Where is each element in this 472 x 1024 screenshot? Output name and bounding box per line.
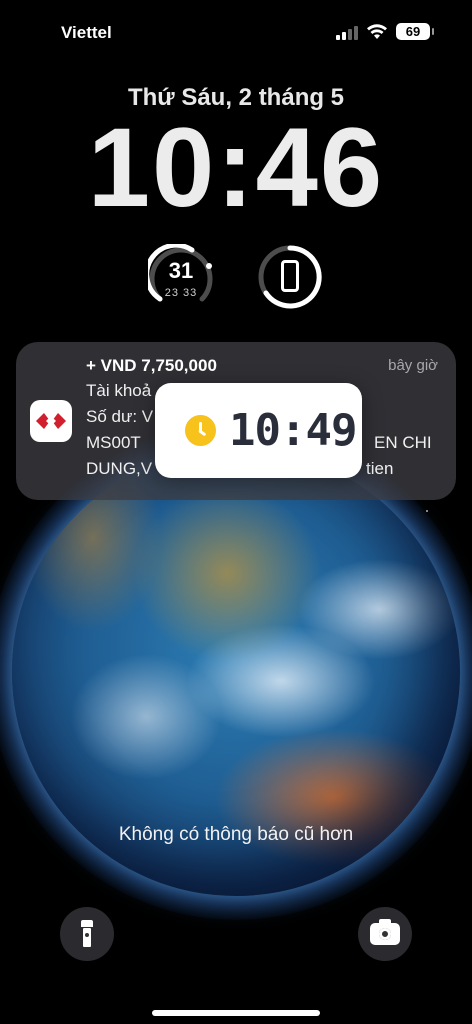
phone-icon xyxy=(281,260,299,292)
lock-clock[interactable]: 10:46 xyxy=(0,112,472,224)
flashlight-button[interactable] xyxy=(60,907,114,961)
temperature-range: 23 33 xyxy=(164,287,198,299)
flashlight-icon xyxy=(81,920,93,948)
notification-line-3: MS00T xyxy=(86,433,141,452)
notification-line-3-tail: EN CHI xyxy=(374,433,432,452)
notification-title: + VND 7,750,000 xyxy=(86,356,217,375)
star xyxy=(426,510,428,512)
clock-icon xyxy=(185,415,216,446)
notification-line-1: Tài khoả xyxy=(86,381,152,400)
signal-icon xyxy=(336,24,358,40)
no-older-notifications-label: Không có thông báo cũ hơn xyxy=(118,824,354,845)
camera-button[interactable] xyxy=(358,907,412,961)
notification-time: bây giờ xyxy=(388,357,438,374)
camera-icon xyxy=(370,919,400,945)
timer-value: 10:49 xyxy=(229,405,357,456)
bank-logo-icon xyxy=(30,400,72,442)
wifi-icon xyxy=(367,24,387,39)
weather-widget[interactable]: 31 23 33 xyxy=(148,244,214,310)
carrier-name: Viettel xyxy=(61,23,112,42)
notification-line-4-tail: tien xyxy=(366,459,394,478)
notification-line-4: DUNG,V xyxy=(86,459,153,478)
battery-widget[interactable] xyxy=(257,244,323,310)
current-temperature: 31 xyxy=(168,258,194,283)
status-bar: Viettel 69 xyxy=(0,0,472,60)
home-indicator[interactable] xyxy=(152,1010,320,1016)
notification-line-2: Số dư: V xyxy=(86,407,154,426)
timer-live-activity[interactable]: 10:49 xyxy=(155,383,362,478)
battery-icon: 69 xyxy=(396,23,434,40)
